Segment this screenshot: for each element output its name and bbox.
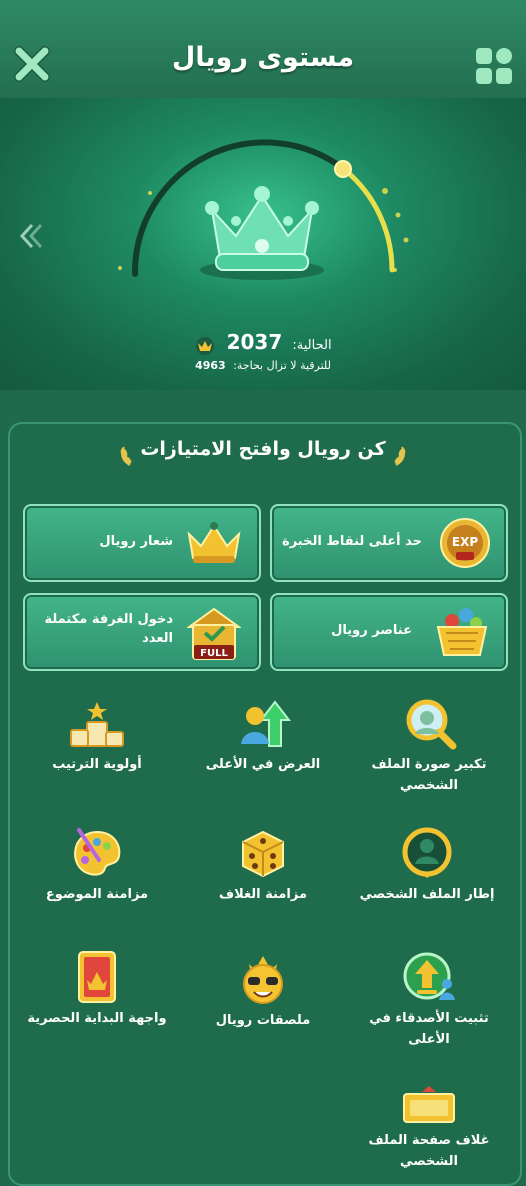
- current-points-value: 2037: [226, 330, 283, 354]
- svg-text:EXP: EXP: [452, 535, 478, 549]
- double-chevron-left-icon: [19, 223, 43, 249]
- feature-profile-cover-label: غلاف صفحة الملف الشخصي: [368, 1133, 490, 1169]
- feature-royal-stickers[interactable]: ملصقات رويال: [183, 950, 343, 1031]
- feature-cover-sync-label: مزامنة الغلاف: [218, 887, 307, 902]
- magnify-avatar-icon: [406, 699, 457, 750]
- royal-items-basket-icon: [436, 608, 488, 656]
- feature-profile-cover[interactable]: غلاف صفحة الملف الشخصي: [349, 1084, 509, 1172]
- show-on-top-icon: [241, 700, 291, 747]
- feature-show-on-top-label: العرض في الأعلى: [205, 757, 321, 772]
- small-crown-icon: [196, 336, 215, 355]
- feature-rank-priority-label: أولوية الترتيب: [52, 757, 142, 772]
- upgrade-needed-value: 4963: [195, 359, 226, 372]
- card-full-room[interactable]: دخول الغرفة مكتملة العدد FULL: [23, 593, 261, 671]
- feature-magnify-avatar[interactable]: تكبير صورة الملف الشخصي: [349, 698, 509, 796]
- card-royal-items[interactable]: عناصر رويال: [270, 593, 508, 671]
- splash-screen-icon: [78, 951, 116, 1003]
- current-points-row: الحالية: 2037: [0, 330, 526, 355]
- card-royal-badge-label: شعار رويال: [99, 534, 173, 549]
- feature-profile-frame-label: إطار الملف الشخصي: [359, 887, 495, 902]
- feature-magnify-avatar-label: تكبير صورة الملف الشخصي: [371, 757, 487, 793]
- previous-level-button[interactable]: [16, 222, 46, 250]
- dice-icon: [242, 830, 284, 878]
- card-royal-badge[interactable]: شعار رويال: [23, 504, 261, 582]
- header-bar: مستوى رويال: [0, 0, 526, 100]
- grid-menu-button[interactable]: [474, 46, 514, 86]
- feature-exclusive-splash[interactable]: واجهة البداية الحصرية: [17, 950, 177, 1029]
- upgrade-needed-label: للترقية لا تزال بحاجة:: [233, 359, 331, 372]
- feature-pin-friends-label: تثبيت الأصدقاء في الأعلى: [369, 1011, 489, 1047]
- full-room-icon: FULL: [187, 607, 241, 660]
- profile-frame-icon: [402, 827, 452, 878]
- feature-profile-frame[interactable]: إطار الملف الشخصي: [347, 826, 507, 905]
- level-progress-knob: [334, 160, 352, 178]
- podium-icon: [70, 702, 124, 747]
- level-hero: الحالية: 2037 للترقية لا تزال بحاجة: 496…: [0, 98, 526, 390]
- current-points-label: الحالية:: [292, 338, 332, 353]
- privileges-title: كن رويال وافتح الامتيازات: [140, 438, 386, 460]
- feature-theme-sync-label: مزامنة الموضوع: [45, 887, 149, 902]
- royal-crown-emblem: [200, 186, 324, 280]
- profile-cover-icon: [403, 1086, 455, 1123]
- feature-theme-sync[interactable]: مزامنة الموضوع: [17, 826, 177, 905]
- pin-friends-icon: [403, 952, 455, 1000]
- card-royal-items-label: عناصر رويال: [331, 623, 412, 638]
- palette-icon: [74, 828, 121, 876]
- page-title: مستوى رويال: [171, 42, 355, 73]
- laurel-right-icon: [394, 446, 406, 466]
- feature-exclusive-splash-label: واجهة البداية الحصرية: [27, 1011, 167, 1026]
- emoji-sticker-icon: [243, 956, 283, 1004]
- feature-rank-priority[interactable]: أولوية الترتيب: [17, 698, 177, 775]
- upgrade-needed-row: للترقية لا تزال بحاجة: 4963: [0, 359, 526, 372]
- card-exp-cap-label: حد أعلى لنقاط الخبرة: [282, 534, 422, 549]
- card-full-room-label: دخول الغرفة مكتملة العدد: [44, 612, 173, 646]
- exp-up-icon: EXP: [440, 518, 490, 568]
- feature-royal-stickers-label: ملصقات رويال: [215, 1013, 311, 1028]
- svg-text:FULL: FULL: [200, 648, 228, 659]
- feature-show-on-top[interactable]: العرض في الأعلى: [183, 698, 343, 775]
- grid-menu-icon: [476, 48, 512, 84]
- feature-cover-sync[interactable]: مزامنة الغلاف: [183, 826, 343, 905]
- card-exp-cap[interactable]: حد أعلى لنقاط الخبرة EXP: [270, 504, 508, 582]
- feature-pin-friends[interactable]: تثبيت الأصدقاء في الأعلى: [349, 950, 509, 1050]
- royal-crown-badge-icon: [187, 522, 241, 563]
- level-progress-fill: [342, 167, 395, 273]
